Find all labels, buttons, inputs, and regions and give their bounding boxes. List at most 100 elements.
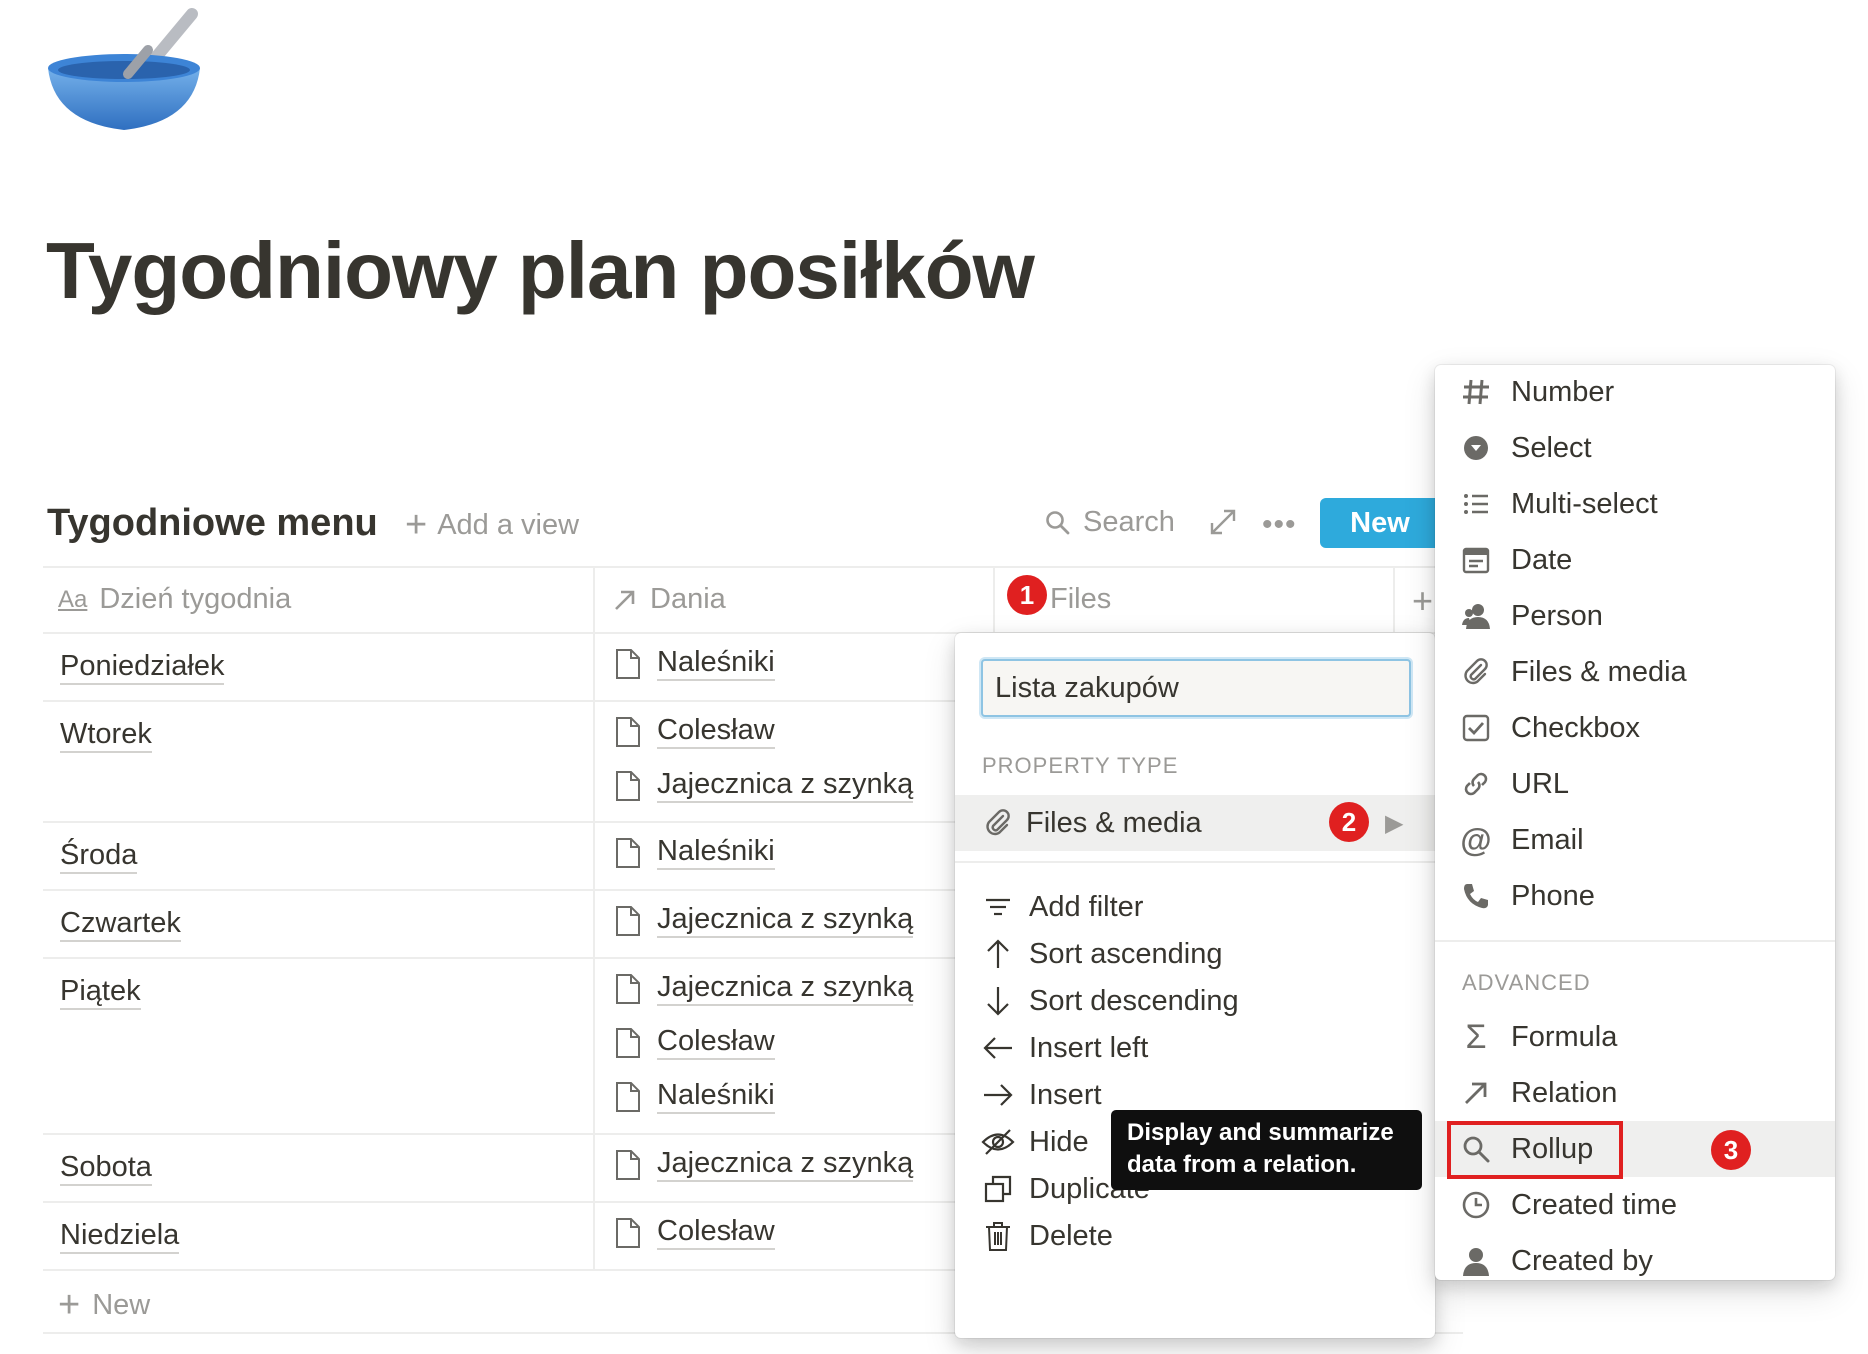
column-divider [593, 567, 595, 1269]
add-row-label: New [92, 1288, 151, 1321]
dish-label: Colesław [657, 1025, 775, 1061]
dish-link[interactable]: Jajecznica z szynką [615, 1147, 914, 1183]
column-header-files[interactable]: Files [1050, 583, 1111, 616]
page-doc-icon [616, 648, 640, 679]
type-option-label: Person [1511, 599, 1603, 632]
column-header-label: Files [1050, 583, 1112, 615]
type-option-phone[interactable]: Phone [1459, 874, 1595, 918]
menu-item-sort-ascending[interactable]: Sort ascending [981, 932, 1222, 976]
arrow-left-icon [983, 1037, 1012, 1059]
annotation-badge-2: 2 [1329, 802, 1369, 842]
type-option-multi-select[interactable]: Multi-select [1459, 482, 1658, 526]
menu-item-hide[interactable]: Hide [981, 1120, 1089, 1164]
page-doc-icon [616, 1217, 640, 1248]
table-row-day[interactable]: Czwartek [60, 907, 181, 943]
type-option-label: Files & media [1511, 655, 1687, 688]
dish-link[interactable]: Jajecznica z szynką [615, 768, 914, 804]
type-option-formula[interactable]: Σ Formula [1459, 1015, 1617, 1059]
type-option-created-by[interactable]: Created by [1459, 1239, 1653, 1280]
menu-item-sort-descending[interactable]: Sort descending [981, 979, 1239, 1023]
dish-label: Jajecznica z szynką [657, 768, 914, 804]
dish-link[interactable]: Jajecznica z szynką [615, 971, 914, 1007]
type-option-label: Date [1511, 543, 1573, 576]
table-divider [43, 700, 955, 702]
add-view-label: Add a view [437, 508, 580, 541]
menu-item-add-filter[interactable]: Add filter [981, 885, 1143, 929]
table-row-day[interactable]: Środa [60, 839, 138, 875]
hash-icon [1463, 379, 1489, 405]
dish-link[interactable]: Naleśniki [615, 646, 775, 682]
relation-arrow-icon [1465, 1082, 1487, 1104]
type-option-label: URL [1511, 767, 1570, 800]
dish-link[interactable]: Naleśniki [615, 1079, 775, 1115]
table-divider [43, 566, 1463, 568]
type-option-checkbox[interactable]: Checkbox [1459, 706, 1640, 750]
type-option-number[interactable]: Number [1459, 370, 1614, 414]
calendar-icon [1462, 547, 1490, 574]
expand-icon[interactable] [1208, 507, 1238, 537]
add-row-button[interactable]: + New [58, 1286, 150, 1324]
page-title[interactable]: Tygodniowy plan posiłków [46, 225, 1035, 317]
dish-label: Jajecznica z szynką [657, 903, 914, 939]
dish-link[interactable]: Naleśniki [615, 835, 775, 871]
type-option-url[interactable]: URL [1459, 762, 1569, 806]
type-option-person[interactable]: Person [1459, 594, 1603, 638]
type-option-files-media[interactable]: Files & media [1459, 650, 1687, 694]
page-doc-icon [616, 837, 640, 868]
property-name-input[interactable] [981, 659, 1411, 717]
dish-label: Naleśniki [657, 1079, 775, 1115]
more-options-icon[interactable]: ••• [1262, 508, 1297, 542]
type-option-label: Select [1511, 431, 1592, 464]
dish-link[interactable]: Colesław [615, 1215, 775, 1251]
type-option-select[interactable]: Select [1459, 426, 1592, 470]
search-label: Search [1083, 506, 1175, 538]
sigma-icon: Σ [1465, 1017, 1487, 1056]
dish-link[interactable]: Colesław [615, 714, 775, 750]
column-header-label: Dania [650, 583, 726, 615]
type-option-label: Email [1511, 823, 1584, 856]
menu-item-insert-left[interactable]: Insert left [981, 1026, 1148, 1070]
menu-item-label: Delete [1029, 1219, 1113, 1252]
type-option-email[interactable]: @ Email [1459, 818, 1584, 862]
page-doc-icon [616, 716, 640, 747]
dish-label: Colesław [657, 714, 775, 750]
menu-divider [1435, 940, 1835, 942]
checkbox-icon [1462, 714, 1490, 742]
menu-item-delete[interactable]: Delete [981, 1214, 1113, 1258]
link-icon [1464, 772, 1488, 796]
page-doc-icon [616, 1027, 640, 1058]
plus-icon: + [405, 504, 428, 546]
table-row-day[interactable]: Piątek [60, 975, 141, 1011]
type-option-relation[interactable]: Relation [1459, 1071, 1617, 1115]
bowl-with-spoon-icon[interactable] [44, 4, 204, 140]
dish-link[interactable]: Jajecznica z szynką [615, 903, 914, 939]
dish-label: Colesław [657, 1215, 775, 1251]
table-row-day[interactable]: Sobota [60, 1151, 152, 1187]
at-icon: @ [1460, 821, 1492, 858]
dish-link[interactable]: Colesław [615, 1025, 775, 1061]
property-type-label: Files & media [1026, 806, 1202, 839]
column-header-day[interactable]: Aa Dzień tygodnia [58, 583, 291, 616]
duplicate-icon [984, 1175, 1012, 1203]
table-row-day[interactable]: Poniedziałek [60, 650, 225, 686]
database-title[interactable]: Tygodniowe menu [47, 502, 378, 545]
page-doc-icon [616, 770, 640, 801]
table-row-day[interactable]: Niedziela [60, 1219, 180, 1255]
add-view-button[interactable]: + Add a view [405, 506, 579, 544]
page-doc-icon [616, 1081, 640, 1112]
select-icon [1464, 436, 1488, 460]
type-option-created-time[interactable]: Created time [1459, 1183, 1677, 1227]
dish-label: Jajecznica z szynką [657, 971, 914, 1007]
menu-item-insert-right[interactable]: Insert [981, 1073, 1102, 1117]
table-divider [43, 1269, 955, 1271]
add-column-plus-icon[interactable]: + [1412, 580, 1433, 622]
new-button[interactable]: New [1320, 498, 1440, 548]
table-row-day[interactable]: Wtorek [60, 718, 152, 754]
type-option-date[interactable]: Date [1459, 538, 1572, 582]
column-divider [1393, 567, 1395, 633]
arrow-right-icon [984, 1084, 1013, 1106]
column-header-dishes[interactable]: Dania [612, 583, 726, 616]
menu-item-label: Hide [1029, 1125, 1089, 1158]
search-button[interactable]: Search [1045, 506, 1175, 539]
table-divider [43, 821, 955, 823]
